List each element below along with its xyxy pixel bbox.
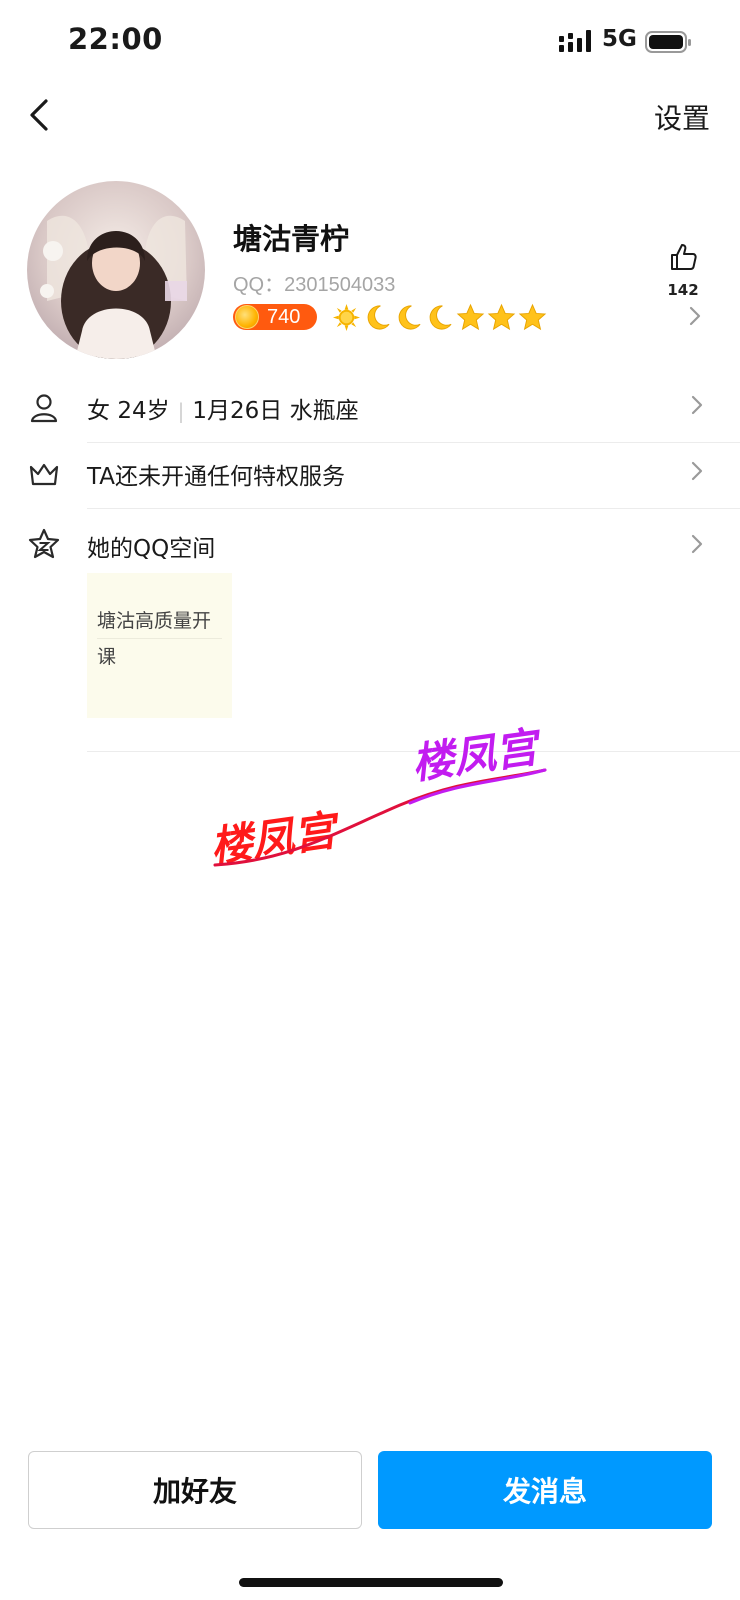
divider (87, 508, 740, 509)
coin-icon (235, 305, 259, 329)
points-badge[interactable]: 740 (233, 304, 317, 330)
points-value: 740 (267, 305, 301, 328)
chevron-right-icon (691, 395, 703, 415)
nickname: 塘沽青柠 (233, 222, 350, 256)
star-icon (456, 303, 485, 331)
watermark: 楼凤宫 楼凤宫 (207, 722, 547, 872)
avatar[interactable] (27, 181, 205, 359)
divider (87, 442, 740, 443)
privilege-text: TA还未开通任何特权服务 (87, 464, 345, 490)
back-arrow-icon[interactable] (22, 95, 58, 135)
qq-number: QQ：2301504033 (233, 268, 395, 297)
star-icon (487, 303, 516, 331)
qq-label: QQ： (233, 274, 285, 296)
gender: 女 (87, 398, 110, 424)
signal-icon (559, 30, 591, 52)
like-count: 142 (667, 281, 699, 299)
star-icon (518, 303, 547, 331)
crown-icon (29, 463, 59, 486)
thumbs-up-icon[interactable] (668, 242, 698, 272)
settings-button[interactable]: 设置 (654, 97, 710, 137)
moon-icon (429, 305, 452, 330)
person-icon (30, 394, 58, 423)
home-indicator (239, 1578, 503, 1587)
sun-icon (332, 303, 361, 332)
watermark-text-purple: 楼凤宫 (409, 722, 547, 789)
battery-icon (645, 31, 691, 53)
send-message-button[interactable]: 发消息 (378, 1451, 712, 1529)
moon-icon (398, 305, 421, 330)
status-bar: 22:00 5G (0, 0, 740, 84)
qq-number-value: 2301504033 (284, 274, 396, 296)
chevron-right-icon[interactable] (688, 305, 702, 327)
qzone-star-icon (28, 528, 60, 559)
qzone-card-line2: 课 (97, 646, 117, 668)
chevron-right-icon (691, 534, 703, 554)
zodiac: 水瓶座 (289, 398, 359, 424)
status-time: 22:00 (68, 22, 163, 56)
qzone-post-card[interactable]: 塘沽高质量开 课 (87, 573, 232, 718)
qq-level-icons[interactable] (332, 303, 547, 333)
qzone-card-line1: 塘沽高质量开 (97, 603, 222, 639)
separator: | (177, 399, 185, 423)
qzone-text: 她的QQ空间 (87, 536, 216, 562)
network-type: 5G (602, 26, 637, 52)
qzone-row[interactable]: 她的QQ空间 (0, 514, 740, 578)
chevron-right-icon (691, 461, 703, 481)
moon-icon (367, 305, 390, 330)
age: 24岁 (117, 398, 170, 424)
birthday: 1月26日 (192, 398, 283, 424)
basic-info-text: 女 24岁 | 1月26日 水瓶座 (87, 391, 359, 425)
privilege-row[interactable]: TA还未开通任何特权服务 (0, 444, 740, 508)
basic-info-row[interactable]: 女 24岁 | 1月26日 水瓶座 (0, 378, 740, 442)
add-friend-button[interactable]: 加好友 (28, 1451, 362, 1529)
